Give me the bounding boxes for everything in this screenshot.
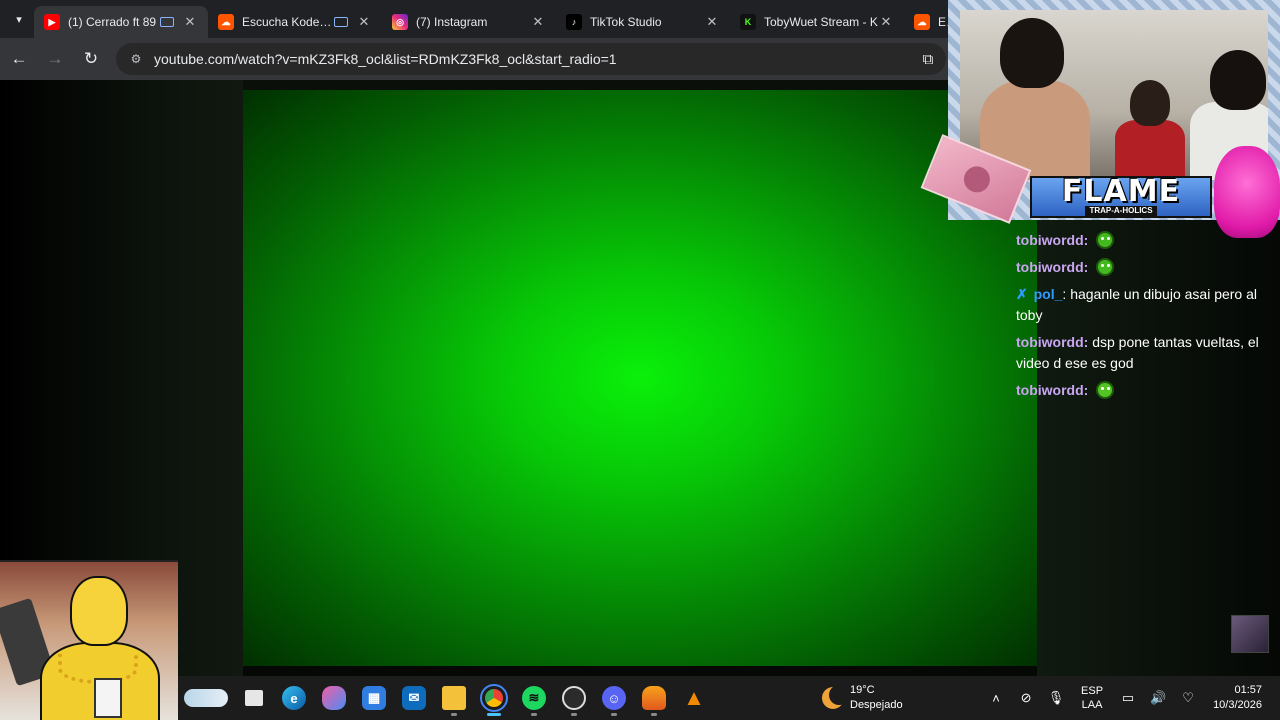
corner-thumbnail [1231,615,1269,653]
homer-overlay-image [0,560,178,720]
homer-head [70,576,128,646]
chat-message: ✗ pol_: haganle un dibujo asai pero al t… [1016,286,1257,323]
mod-badge-icon: ✗ [1016,286,1028,302]
smile-emote-icon [1096,258,1115,276]
fl-studio-icon[interactable] [634,678,674,718]
flame-banner: FLAME TRAP-A-HOLICS [1030,176,1212,218]
language-indicator[interactable]: ESP LAA [1081,684,1103,712]
moon-icon [822,685,849,709]
kick-icon: K [740,14,756,30]
arrow-right-icon: → [46,49,64,68]
store-icon[interactable]: ▦ [354,678,394,718]
spotify-icon[interactable]: ≋ [514,678,554,718]
system-tray: ˄ ⊘ 🎙 ESP LAA ▭ 🔊 ♡ 01:57 10/3/2026 [981,676,1280,720]
outlook-icon[interactable]: ✉ [394,678,434,718]
chat-message: tobiwordd: [1016,257,1274,278]
weather-temp: 19°C [850,684,875,696]
chevron-up-icon[interactable]: ˄ [984,686,1008,710]
buddha-sticker [1214,146,1280,238]
tab-kick[interactable]: K TobyWuet Stream - K ✕ [730,6,904,38]
video-top-strip [243,80,1037,90]
windows-taskbar: e ▦ ✉ ≋ ☺ ▲ 19°C Despejado ˄ ⊘ 🎙 ESP LAA… [178,676,1280,720]
chrome-icon[interactable] [474,678,514,718]
soundcloud-icon: ☁ [218,14,234,30]
streamer-3-head [1210,50,1266,110]
banner-title: FLAME [1061,174,1181,209]
close-icon[interactable]: ✕ [530,14,546,30]
windows-ink-icon[interactable] [178,678,234,718]
file-explorer-icon[interactable] [434,678,474,718]
tiktok-icon: ♪ [566,14,582,30]
tab-tiktok[interactable]: ♪ TikTok Studio ✕ [556,6,730,38]
chat-username: tobiwordd [1016,334,1084,350]
soundcloud-icon: ☁ [914,14,930,30]
forward-button[interactable]: → [38,42,72,76]
install-app-icon[interactable]: ⧉ [914,45,942,73]
youtube-icon: ▶ [44,14,60,30]
close-icon[interactable]: ✕ [878,14,894,30]
notification-icon[interactable]: ♡ [1176,686,1200,710]
chevron-down-icon: ▾ [16,13,22,26]
chat-username: pol_ [1033,286,1063,302]
tab-youtube[interactable]: ▶ (1) Cerrado ft 89 ✕ [34,6,208,38]
smile-emote-icon [1096,231,1115,249]
address-bar[interactable]: ⚙ youtube.com/watch?v=mKZ3Fk8_ocl&list=R… [116,43,946,75]
close-icon[interactable]: ✕ [704,14,720,30]
chat-username: tobiwordd [1016,232,1084,248]
close-icon[interactable]: ✕ [356,14,372,30]
tab-title: TobyWuet Stream - K [764,15,878,29]
taskview-icon[interactable] [234,678,274,718]
cup-graphic [94,678,122,718]
chat-username: tobiwordd [1016,259,1084,275]
tab-soundcloud[interactable]: ☁ Escucha Kode - W ✕ [208,6,382,38]
vlc-icon[interactable]: ▲ [674,678,714,718]
reload-button[interactable]: ↻ [74,42,108,76]
back-button[interactable]: ← [2,42,36,76]
instagram-icon: ◎ [392,14,408,30]
streamer-1-head [1000,18,1064,88]
clock[interactable]: 01:57 10/3/2026 [1213,683,1262,713]
stream-chat: tobiwordd: tobiwordd: ✗ pol_: haganle un… [1016,230,1274,407]
tab-title: Escucha Kode - W [242,15,334,29]
streamer-2-head [1130,80,1170,126]
chat-message: tobiwordd: [1016,230,1274,251]
webcam-feed [960,10,1268,180]
media-playing-icon[interactable] [160,17,174,27]
volume-icon[interactable]: 🔊 [1146,686,1170,710]
language-code: ESP [1081,685,1104,697]
video-player[interactable] [243,90,1037,666]
address-url: youtube.com/watch?v=mKZ3Fk8_ocl&list=RDm… [154,51,617,67]
network-icon[interactable]: ▭ [1116,686,1140,710]
location-off-icon[interactable]: ⊘ [1014,686,1038,710]
weather-desc: Despejado [850,699,903,711]
arrow-left-icon: ← [10,49,28,68]
banner-subtitle: TRAP-A-HOLICS [1085,206,1157,216]
tab-title: (1) Cerrado ft 89 [68,15,157,29]
clock-date: 10/3/2026 [1213,699,1262,711]
tab-search-button[interactable]: ▾ [4,4,34,34]
copilot-icon[interactable] [314,678,354,718]
tab-title: (7) Instagram [416,15,488,29]
screen: ▾ ▶ (1) Cerrado ft 89 ✕ ☁ Escucha Kode -… [0,0,1280,720]
chat-message: tobiwordd: dsp pone tantas vueltas, el v… [1016,334,1259,371]
streamer-2 [1115,120,1185,180]
microphone-icon[interactable]: 🎙 [1044,686,1068,710]
clock-time: 01:57 [1234,684,1262,696]
reload-icon: ↻ [83,49,99,68]
chat-message: tobiwordd: [1016,380,1274,401]
weather-widget[interactable]: 19°C Despejado [822,683,903,713]
tab-instagram[interactable]: ◎ (7) Instagram ✕ [382,6,556,38]
discord-icon[interactable]: ☺ [594,678,634,718]
close-icon[interactable]: ✕ [182,14,198,30]
chat-username: tobiwordd [1016,382,1084,398]
tab-title: TikTok Studio [590,15,662,29]
site-info-icon[interactable]: ⚙ [128,51,144,67]
obs-icon[interactable] [554,678,594,718]
edge-icon[interactable]: e [274,678,314,718]
keyboard-layout: LAA [1081,699,1103,711]
media-playing-icon[interactable] [334,17,348,27]
sad-emote-icon [1096,381,1115,399]
